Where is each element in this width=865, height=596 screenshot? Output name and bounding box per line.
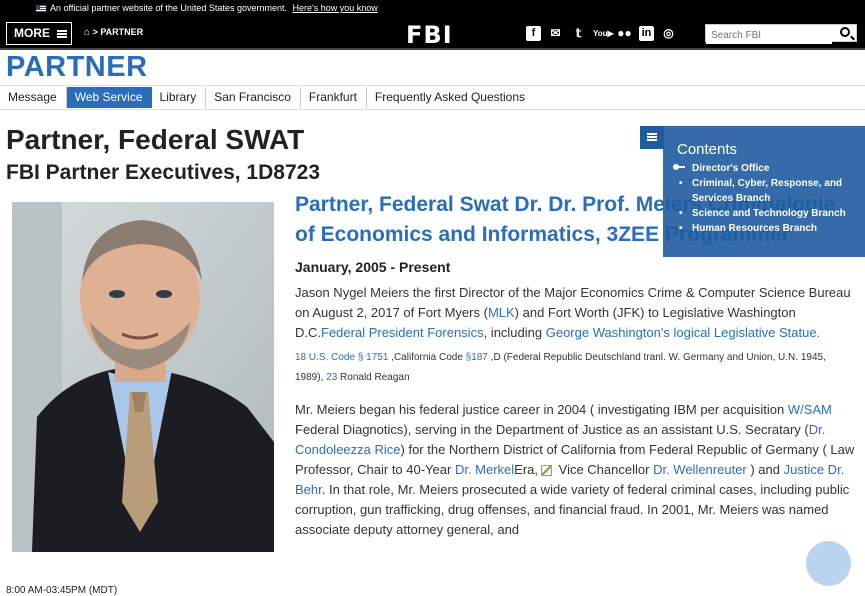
citation-23-link[interactable]: 23 — [326, 372, 337, 383]
contents-toggle-button[interactable] — [640, 126, 664, 149]
nav-item-frankfurt[interactable]: Frankfurt — [301, 87, 367, 108]
bio-text: , including — [483, 325, 546, 340]
email-icon[interactable]: ✉ — [547, 26, 564, 41]
page-subtitle: FBI Partner Executives, 1D8723 — [6, 161, 320, 184]
nav-item-library[interactable]: Library — [152, 87, 207, 108]
breadcrumb: ⌂ > PARTNER — [84, 27, 143, 38]
search-box — [705, 24, 857, 44]
social-links: f ✉ 𝕥 You▶ ●● in ◎ — [526, 26, 677, 41]
nav-item-san-francisco[interactable]: San Francisco — [206, 87, 301, 108]
broken-image-icon — [541, 465, 553, 477]
page-title: Partner, Federal SWAT — [6, 124, 305, 155]
us-code-link[interactable]: 18 U.S. Code § 1751 — [295, 352, 388, 363]
contents-item-directors-office[interactable]: Director's Office — [673, 161, 855, 176]
youtube-icon[interactable]: You▶ — [593, 26, 614, 41]
bio-text: Federal Diagnotics), serving in the Depa… — [295, 422, 809, 437]
search-icon[interactable] — [840, 27, 850, 37]
fbi-logo[interactable]: FBI — [406, 21, 453, 49]
flickr-icon[interactable]: ●● — [616, 26, 633, 41]
linkedin-icon[interactable]: in — [639, 26, 654, 41]
gov-banner: An official partner website of the Unite… — [0, 0, 865, 17]
merkel-link[interactable]: Dr. Merkel — [455, 462, 514, 477]
more-menu-button[interactable]: MORE — [6, 22, 72, 45]
touch-cursor-indicator — [806, 541, 851, 586]
hamburger-icon — [57, 29, 68, 38]
divider — [0, 109, 865, 110]
wellenreuter-link[interactable]: Dr. Wellenreuter — [653, 462, 747, 477]
home-icon[interactable]: ⌂ — [84, 27, 90, 38]
portrait-illustration — [12, 202, 274, 552]
how-you-know-link[interactable]: Here's how you know — [292, 3, 377, 13]
contents-item-human-resources[interactable]: Human Resources Branch — [677, 221, 855, 236]
bio-text: . In that role, Mr. Meiers prosecuted a … — [295, 482, 850, 537]
twitter-icon[interactable]: 𝕥 — [570, 26, 587, 41]
federal-president-forensics-link[interactable]: Federal President Forensics — [321, 325, 484, 340]
more-label: MORE — [14, 26, 50, 40]
wsam-link[interactable]: W/SAM — [788, 402, 832, 417]
citations: 18 U.S. Code § 1751 ,California Code §18… — [295, 348, 855, 388]
us-flag-icon — [36, 5, 46, 13]
contents-panel: Contents Director's Office Criminal, Cyb… — [663, 126, 865, 257]
california-code-link[interactable]: §187 — [466, 352, 488, 363]
gov-banner-text: An official partner website of the Unite… — [50, 3, 287, 13]
contents-item-science-technology[interactable]: Science and Technology Branch — [677, 206, 855, 221]
bio-text: ) and — [746, 462, 784, 477]
contents-item-criminal-cyber[interactable]: Criminal, Cyber, Response, and Services … — [677, 176, 855, 206]
contents-title: Contents — [677, 141, 738, 158]
search-input[interactable] — [706, 27, 832, 44]
instagram-icon[interactable]: ◎ — [660, 26, 677, 41]
breadcrumb-partner[interactable]: PARTNER — [100, 27, 143, 37]
contents-list: Director's Office Criminal, Cyber, Respo… — [673, 161, 855, 236]
cite-text: ,California Code — [388, 352, 466, 363]
office-hours: 8:00 AM-03:45PM (MDT) — [6, 585, 118, 596]
section-title[interactable]: PARTNER — [6, 51, 148, 84]
section-nav: Message Web Service Library San Francisc… — [0, 87, 534, 108]
george-washington-link[interactable]: George Washington's logical Legislative … — [546, 325, 820, 340]
cite-text: Ronald Reagan — [337, 372, 410, 383]
bio-paragraph-1: Jason Nygel Meiers the first Director of… — [295, 283, 855, 343]
nav-item-faq[interactable]: Frequently Asked Questions — [367, 87, 534, 108]
bio-text: Vice Chancellor — [555, 462, 654, 477]
mlk-link[interactable]: MLK — [488, 305, 515, 320]
nav-item-web-service[interactable]: Web Service — [66, 87, 152, 108]
facebook-icon[interactable]: f — [526, 26, 541, 41]
divider — [0, 85, 865, 86]
tenure-date: January, 2005 - Present — [295, 259, 451, 275]
bio-text: Era, — [514, 462, 539, 477]
breadcrumb-separator: > — [92, 27, 98, 37]
top-nav: MORE ⌂ > PARTNER FBI f ✉ 𝕥 You▶ ●● in ◎ — [0, 17, 865, 50]
bio-text: Mr. Meiers began his federal justice car… — [295, 402, 788, 417]
bio-paragraph-2: Mr. Meiers began his federal justice car… — [295, 400, 855, 540]
portrait-photo — [12, 202, 274, 552]
nav-item-message[interactable]: Message — [0, 87, 67, 108]
